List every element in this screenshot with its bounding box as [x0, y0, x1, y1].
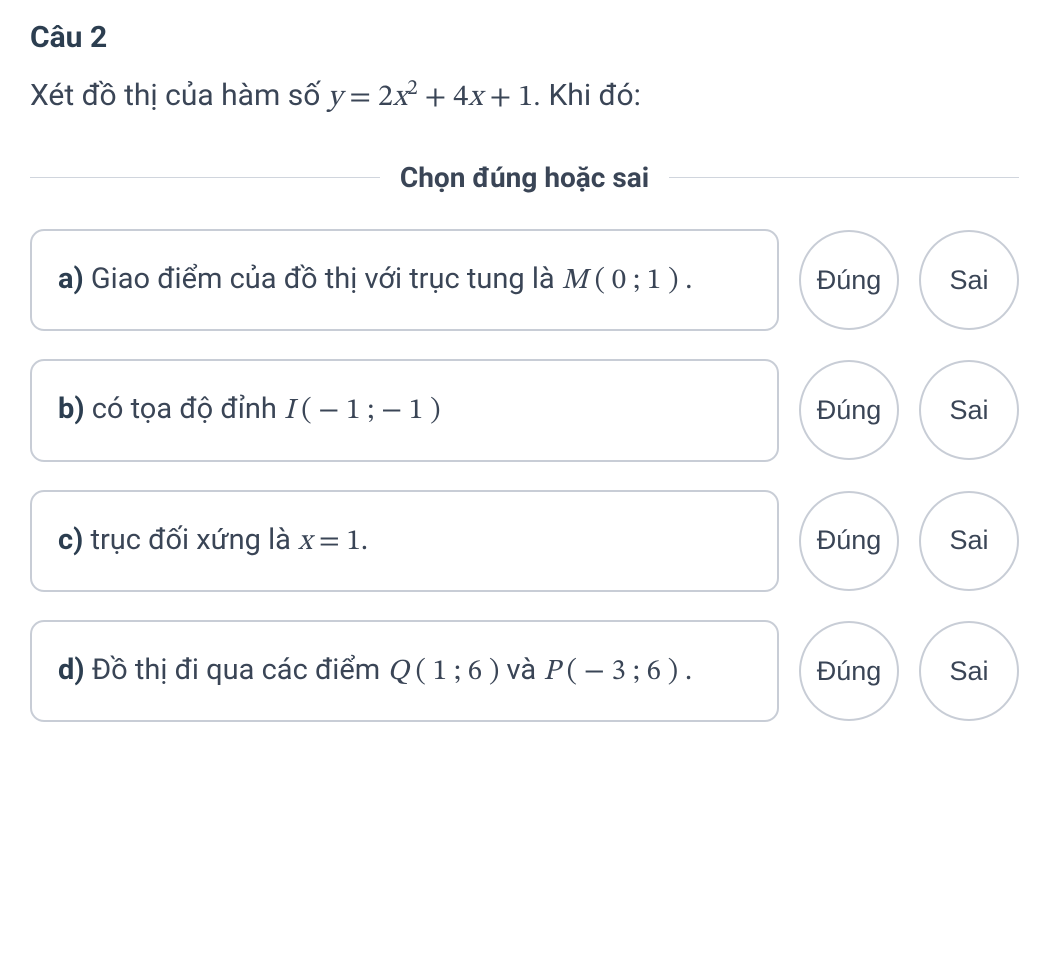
- option-row-d: d) Đồ thị đi qua các điểm Q ( 1 ; 6 ) và…: [30, 620, 1019, 722]
- question-suffix: . Khi đó:: [533, 78, 641, 113]
- true-button-c[interactable]: Đúng: [799, 491, 899, 591]
- question-formula: y = 2x2 + 4x + 1: [328, 83, 533, 113]
- option-row-c: c) trục đối xứng là x = 1. Đúng Sai: [30, 490, 1019, 592]
- statement-b: b) có tọa độ đỉnh I ( − 1 ; − 1 ): [30, 359, 779, 461]
- divider-right: [669, 177, 1019, 178]
- question-text: Xét đồ thị của hàm số y = 2x2 + 4x + 1. …: [30, 73, 1019, 121]
- option-text: có tọa độ đỉnh I ( − 1 ; − 1 ): [85, 392, 441, 426]
- option-text: trục đối xứng là x = 1.: [83, 523, 368, 557]
- question-number: Câu 2: [30, 20, 1019, 55]
- divider-left: [30, 177, 380, 178]
- statement-c: c) trục đối xứng là x = 1.: [30, 490, 779, 592]
- true-button-a[interactable]: Đúng: [799, 230, 899, 330]
- true-button-b[interactable]: Đúng: [799, 360, 899, 460]
- option-row-a: a) Giao điểm của đồ thị với trục tung là…: [30, 229, 1019, 331]
- option-label: d): [58, 653, 85, 687]
- option-row-b: b) có tọa độ đỉnh I ( − 1 ; − 1 ) Đúng S…: [30, 359, 1019, 461]
- false-button-b[interactable]: Sai: [919, 360, 1019, 460]
- instruction-text: Chọn đúng hoặc sai: [380, 161, 669, 194]
- instruction-row: Chọn đúng hoặc sai: [30, 161, 1019, 194]
- option-label: a): [58, 262, 84, 296]
- statement-d: d) Đồ thị đi qua các điểm Q ( 1 ; 6 ) và…: [30, 620, 779, 722]
- false-button-a[interactable]: Sai: [919, 230, 1019, 330]
- question-prefix: Xét đồ thị của hàm số: [30, 78, 328, 113]
- true-button-d[interactable]: Đúng: [799, 621, 899, 721]
- statement-a: a) Giao điểm của đồ thị với trục tung là…: [30, 229, 779, 331]
- false-button-c[interactable]: Sai: [919, 491, 1019, 591]
- option-label: c): [58, 523, 83, 557]
- option-text: Đồ thị đi qua các điểm Q ( 1 ; 6 ) và P …: [85, 653, 693, 687]
- false-button-d[interactable]: Sai: [919, 621, 1019, 721]
- option-text: Giao điểm của đồ thị với trục tung là M …: [84, 262, 693, 296]
- option-label: b): [58, 392, 85, 426]
